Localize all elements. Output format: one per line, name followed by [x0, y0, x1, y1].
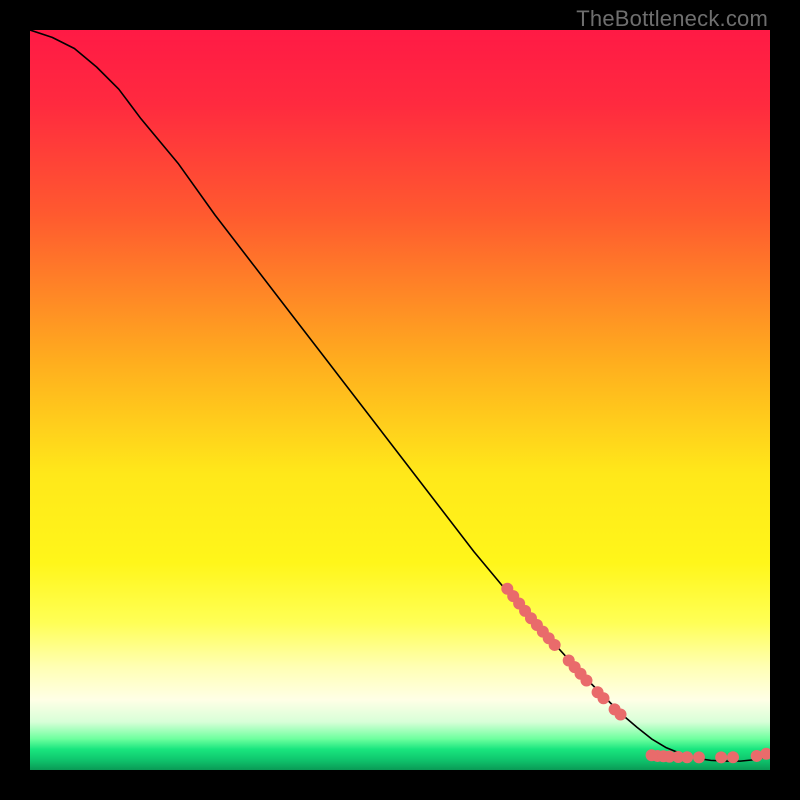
highlight-point [598, 692, 610, 704]
highlight-point [549, 639, 561, 651]
chart-svg [30, 30, 770, 770]
highlight-point [580, 674, 592, 686]
gradient-background [30, 30, 770, 770]
highlight-point [615, 709, 627, 721]
highlight-point [693, 751, 705, 763]
highlight-point [727, 751, 739, 763]
highlight-point [715, 751, 727, 763]
watermark-text: TheBottleneck.com [576, 6, 768, 32]
chart-frame [30, 30, 770, 770]
highlight-point [681, 751, 693, 763]
